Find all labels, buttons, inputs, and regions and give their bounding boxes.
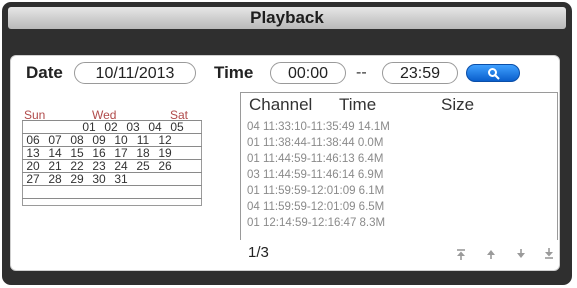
calendar-day[interactable]: 26: [156, 160, 174, 172]
record-row[interactable]: 04 11:59:59-12:01:09 6.5M: [247, 201, 384, 213]
date-label: Date: [26, 63, 63, 82]
calendar-day[interactable]: 23: [90, 160, 108, 172]
calendar-week-row: 27 28 29 30 31: [22, 173, 202, 186]
calendar-day[interactable]: 01: [80, 121, 98, 133]
record-list: Channel Time Size 04 11:33:10-11:35:49 1…: [240, 92, 558, 240]
calendar-day[interactable]: 10: [112, 134, 130, 146]
column-channel: Channel: [249, 95, 313, 114]
prev-page-icon[interactable]: [484, 247, 498, 261]
calendar-day[interactable]: 29: [68, 173, 86, 185]
calendar-day[interactable]: 18: [134, 147, 152, 159]
column-time: Time: [339, 95, 377, 114]
column-size: Size: [441, 95, 475, 114]
calendar-day[interactable]: 05: [168, 121, 186, 133]
calendar-day[interactable]: 09: [90, 134, 108, 146]
calendar-day[interactable]: 14: [46, 147, 64, 159]
calendar-day[interactable]: 31: [112, 173, 130, 185]
calendar-day[interactable]: 30: [90, 173, 108, 185]
calendar-day[interactable]: 28: [46, 173, 64, 185]
record-row[interactable]: 01 11:38:44-11:38:44 0.0M: [247, 137, 383, 149]
record-row[interactable]: 03 11:44:59-11:46:14 6.9M: [247, 169, 383, 181]
search-button[interactable]: [466, 64, 520, 82]
time-start-field[interactable]: 00:00: [270, 62, 346, 84]
calendar-day[interactable]: 20: [24, 160, 42, 172]
calendar-day[interactable]: 19: [156, 147, 174, 159]
page-indicator: 1/3: [248, 244, 269, 261]
time-separator: --: [356, 64, 367, 81]
calendar-day[interactable]: 07: [46, 134, 64, 146]
calendar-day[interactable]: 16: [90, 147, 108, 159]
first-page-icon[interactable]: [454, 247, 468, 261]
calendar-days: 01 02 03 04 05 06 07 08 09 10 11 12 13 14 15 16 17 18 19 20…: [22, 120, 202, 199]
record-row[interactable]: 01 12:14:59-12:16:47 8.3M: [247, 217, 385, 229]
last-page-icon[interactable]: [542, 247, 556, 261]
calendar-day[interactable]: 11: [134, 134, 152, 146]
calendar-day[interactable]: 22: [68, 160, 86, 172]
calendar-week-row: 01 02 03 04 05: [22, 120, 202, 134]
time-end-field[interactable]: 23:59: [382, 62, 458, 84]
next-page-icon[interactable]: [514, 247, 528, 261]
calendar-day[interactable]: 12: [156, 134, 174, 146]
calendar-day[interactable]: 27: [24, 173, 42, 185]
window-title: Playback: [8, 7, 566, 29]
calendar-day[interactable]: 17: [112, 147, 130, 159]
calendar-day[interactable]: 04: [146, 121, 164, 133]
record-row[interactable]: 04 11:33:10-11:35:49 14.1M: [247, 121, 390, 133]
record-row[interactable]: 01 11:44:59-11:46:13 6.4M: [247, 153, 383, 165]
calendar-day[interactable]: 02: [102, 121, 120, 133]
calendar-day[interactable]: 03: [124, 121, 142, 133]
calendar-day[interactable]: 08: [68, 134, 86, 146]
calendar-week-row: [22, 186, 202, 199]
date-field[interactable]: 10/11/2013: [74, 62, 196, 84]
calendar-day[interactable]: 06: [24, 134, 42, 146]
calendar-day[interactable]: 13: [24, 147, 42, 159]
search-icon: [488, 68, 500, 80]
calendar-day[interactable]: 24: [112, 160, 130, 172]
time-label: Time: [214, 63, 254, 82]
record-row[interactable]: 01 11:59:59-12:01:09 6.1M: [247, 185, 384, 197]
calendar-day[interactable]: 21: [46, 160, 64, 172]
calendar-day[interactable]: 25: [134, 160, 152, 172]
calendar-day[interactable]: 15: [68, 147, 86, 159]
